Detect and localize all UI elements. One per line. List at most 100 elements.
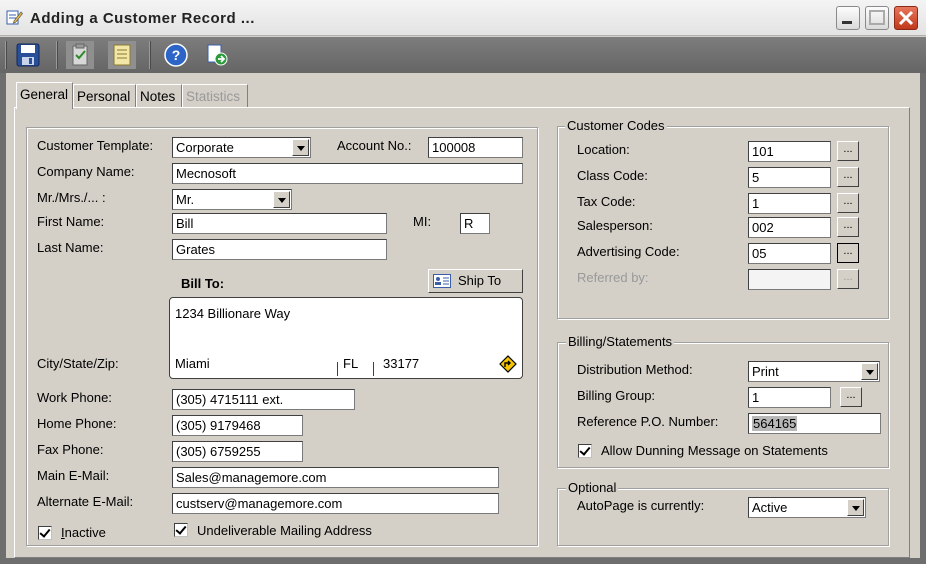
main-email-label: Main E-Mail: xyxy=(37,468,110,483)
account-no-label: Account No.: xyxy=(337,138,412,153)
city-value: Miami xyxy=(175,356,210,371)
tab-notes[interactable]: Notes xyxy=(136,84,182,108)
notebook-button[interactable] xyxy=(108,41,136,69)
tab-general[interactable]: General xyxy=(16,82,73,109)
chevron-down-icon[interactable] xyxy=(292,139,309,156)
save-button[interactable] xyxy=(14,41,42,69)
undeliverable-checkbox[interactable] xyxy=(174,523,188,537)
work-phone-label: Work Phone: xyxy=(37,390,112,405)
salutation-value: Mr. xyxy=(176,192,195,207)
autopage-label: AutoPage is currently: xyxy=(577,498,705,513)
autopage-value: Active xyxy=(752,500,788,515)
referred-by-lookup-button[interactable]: ... xyxy=(837,269,859,289)
help-button[interactable]: ? xyxy=(162,41,190,69)
close-button[interactable] xyxy=(894,6,918,30)
tax-code-lookup-button[interactable]: ... xyxy=(837,193,859,213)
export-button[interactable] xyxy=(203,41,231,69)
autopage-select[interactable]: Active xyxy=(748,497,866,518)
minimize-icon xyxy=(842,21,852,24)
distribution-method-label: Distribution Method: xyxy=(577,362,693,377)
inactive-label: Inactive xyxy=(61,525,106,540)
window-frame-bottom xyxy=(0,558,926,564)
referred-by-label: Referred by: xyxy=(577,270,649,285)
customer-codes-title: Customer Codes xyxy=(565,118,667,133)
billing-group-label: Billing Group: xyxy=(577,388,656,403)
allow-dunning-checkbox[interactable] xyxy=(578,444,592,458)
last-name-field[interactable]: Grates xyxy=(172,239,387,260)
location-lookup-button[interactable]: ... xyxy=(837,141,859,161)
tax-code-label: Tax Code: xyxy=(577,194,636,209)
distribution-method-select[interactable]: Print xyxy=(748,361,880,382)
customer-template-value: Corporate xyxy=(176,140,234,155)
window-frame-left xyxy=(0,73,6,564)
last-name-label: Last Name: xyxy=(37,240,104,255)
bill-to-address-box[interactable]: 1234 Billionare Way Miami FL 33177 xyxy=(169,297,523,379)
advertising-code-label: Advertising Code: xyxy=(577,244,680,259)
export-icon xyxy=(207,44,228,66)
referred-by-field[interactable] xyxy=(748,269,831,290)
customer-template-label: Customer Template: xyxy=(37,138,154,153)
home-phone-label: Home Phone: xyxy=(37,416,117,431)
salesperson-field[interactable]: 002 xyxy=(748,217,831,238)
optional-title: Optional xyxy=(566,480,619,495)
ship-to-button[interactable]: Ship To xyxy=(428,269,523,293)
address-separator xyxy=(373,362,374,376)
maximize-icon xyxy=(869,10,885,25)
first-name-field[interactable]: Bill xyxy=(172,213,387,234)
allow-dunning-label: Allow Dunning Message on Statements xyxy=(601,443,828,458)
mi-label: MI: xyxy=(413,214,432,229)
billing-group-field[interactable]: 1 xyxy=(748,387,831,408)
help-icon: ? xyxy=(164,43,188,67)
directions-sign-icon[interactable] xyxy=(499,355,517,373)
work-phone-field[interactable]: (305) 4715111 ext. xyxy=(172,389,355,410)
notebook-icon xyxy=(113,44,131,66)
save-icon xyxy=(16,43,40,67)
alternate-email-field[interactable]: custserv@managemore.com xyxy=(172,493,499,514)
minimize-button[interactable] xyxy=(836,6,860,30)
salesperson-label: Salesperson: xyxy=(577,218,653,233)
alternate-email-label: Alternate E-Mail: xyxy=(37,494,134,509)
customer-template-select[interactable]: Corporate xyxy=(172,137,311,158)
ship-to-label: Ship To xyxy=(458,273,502,288)
location-field[interactable]: 101 xyxy=(748,141,831,162)
company-name-field[interactable]: Mecnosoft xyxy=(172,163,523,184)
advertising-code-field[interactable]: 05 xyxy=(748,243,831,264)
salutation-select[interactable]: Mr. xyxy=(172,189,292,210)
class-code-field[interactable]: 5 xyxy=(748,167,831,188)
main-email-field[interactable]: Sales@managemore.com xyxy=(172,467,499,488)
bill-to-label: Bill To: xyxy=(181,276,225,291)
clipboard-button[interactable] xyxy=(66,41,94,69)
chevron-down-icon[interactable] xyxy=(847,499,864,516)
first-name-label: First Name: xyxy=(37,214,105,229)
toolbar-separator xyxy=(149,41,151,69)
toolbar-separator xyxy=(5,41,7,69)
class-code-lookup-button[interactable]: ... xyxy=(837,167,859,187)
address-separator xyxy=(337,362,338,376)
advertising-code-lookup-button[interactable]: ... xyxy=(837,243,859,263)
billing-group-lookup-button[interactable]: ... xyxy=(840,387,862,407)
tab-statistics[interactable]: Statistics xyxy=(182,84,248,108)
city-state-zip-label: City/State/Zip: xyxy=(37,356,119,371)
toolbar: ? xyxy=(0,37,926,73)
tax-code-field[interactable]: 1 xyxy=(748,193,831,214)
reference-po-field[interactable]: 564165 xyxy=(748,413,881,434)
maximize-button[interactable] xyxy=(865,6,889,30)
tab-personal[interactable]: Personal xyxy=(73,84,136,108)
mi-field[interactable]: R xyxy=(460,213,490,234)
fax-phone-label: Fax Phone: xyxy=(37,442,104,457)
company-name-label: Company Name: xyxy=(37,164,135,179)
home-phone-field[interactable]: (305) 9179468 xyxy=(172,415,303,436)
fax-phone-field[interactable]: (305) 6759255 xyxy=(172,441,303,462)
account-no-field[interactable]: 100008 xyxy=(428,137,523,158)
street-address: 1234 Billionare Way xyxy=(175,306,291,321)
toolbar-separator xyxy=(56,41,58,69)
chevron-down-icon[interactable] xyxy=(273,191,290,208)
clipboard-icon xyxy=(72,43,88,66)
inactive-checkbox[interactable] xyxy=(38,526,52,540)
chevron-down-icon[interactable] xyxy=(861,363,878,380)
state-value: FL xyxy=(343,356,359,371)
class-code-label: Class Code: xyxy=(577,168,648,183)
reference-po-label: Reference P.O. Number: xyxy=(577,414,719,429)
address-card-icon xyxy=(433,274,451,288)
salesperson-lookup-button[interactable]: ... xyxy=(837,217,859,237)
